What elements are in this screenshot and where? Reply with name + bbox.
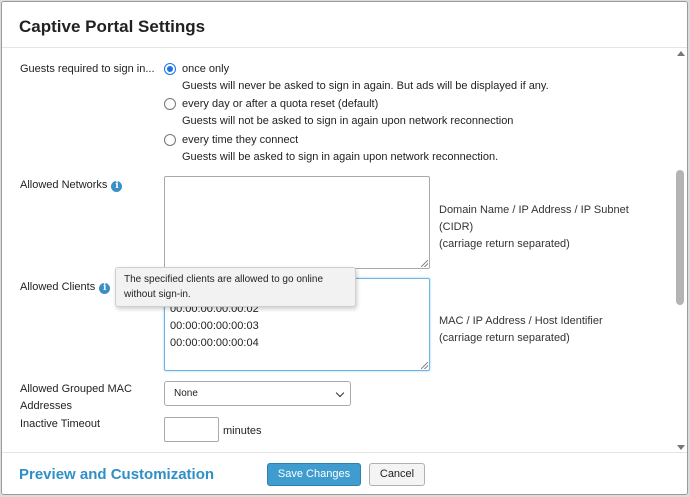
- hint-line: Domain Name / IP Address / IP Subnet: [439, 204, 629, 216]
- radio-button-checked[interactable]: [164, 63, 176, 75]
- inactive-timeout-input[interactable]: [164, 417, 219, 442]
- grouped-mac-label: Allowed Grouped MAC Addresses: [20, 381, 132, 415]
- hint-line: MAC / IP Address / Host Identifier: [439, 315, 603, 327]
- allowed-clients-label-text: Allowed Clients: [20, 281, 96, 293]
- preview-customization-link[interactable]: Preview and Customization: [19, 466, 214, 483]
- hint-line: (CIDR): [439, 221, 474, 233]
- inactive-timeout-label: Inactive Timeout: [20, 418, 101, 430]
- scroll-up-arrow-icon[interactable]: [677, 51, 685, 56]
- allowed-networks-textarea[interactable]: [164, 176, 430, 269]
- radio-button[interactable]: [164, 134, 176, 146]
- allowed-networks-label-text: Allowed Networks: [20, 179, 108, 191]
- allowed-clients-label: Allowed Clients i: [20, 279, 111, 296]
- grouped-mac-select[interactable]: None: [164, 381, 351, 406]
- scrollbar-thumb[interactable]: [676, 170, 684, 305]
- radio-description: Guests will never be asked to sign in ag…: [182, 80, 549, 92]
- hint-line: (carriage return separated): [439, 238, 570, 250]
- info-icon[interactable]: i: [99, 283, 111, 294]
- dialog-footer: Preview and Customization Save Changes C…: [2, 452, 687, 494]
- allowed-clients-tooltip: The specified clients are allowed to go …: [115, 267, 356, 307]
- client-line: 00:00:00:00:00:03: [170, 320, 259, 332]
- allowed-clients-hint: MAC / IP Address / Host Identifier (carr…: [439, 313, 603, 347]
- inactive-timeout-unit: minutes: [223, 425, 262, 437]
- dialog-header: Captive Portal Settings: [2, 2, 687, 48]
- dialog-title: Captive Portal Settings: [19, 17, 206, 36]
- radio-label: every day or after a quota reset (defaul…: [182, 98, 379, 110]
- radio-label: once only: [182, 63, 230, 75]
- save-changes-button[interactable]: Save Changes: [267, 463, 361, 486]
- cancel-button[interactable]: Cancel: [369, 463, 425, 486]
- radio-label: every time they connect: [182, 134, 299, 146]
- radio-button[interactable]: [164, 98, 176, 110]
- scroll-down-arrow-icon[interactable]: [677, 445, 685, 450]
- client-line: 00:00:00:00:00:04: [170, 337, 259, 349]
- vertical-scrollbar[interactable]: [674, 49, 687, 452]
- info-icon[interactable]: i: [111, 181, 123, 192]
- chevron-down-icon: [335, 388, 345, 398]
- resize-grip-icon[interactable]: [421, 362, 428, 369]
- allowed-networks-hint: Domain Name / IP Address / IP Subnet (CI…: [439, 202, 629, 253]
- radio-description: Guests will not be asked to sign in agai…: [182, 115, 514, 127]
- allowed-networks-label: Allowed Networks i: [20, 177, 123, 194]
- tooltip-line: without sign-in.: [124, 289, 191, 300]
- grouped-mac-label-line: Addresses: [20, 400, 72, 412]
- captive-portal-dialog: Captive Portal Settings Guests required …: [1, 1, 688, 495]
- guests-sign-in-label: Guests required to sign in...: [20, 63, 155, 75]
- tooltip-line: The specified clients are allowed to go …: [124, 274, 324, 285]
- radio-description: Guests will be asked to sign in again up…: [182, 151, 499, 163]
- grouped-mac-label-line: Allowed Grouped MAC: [20, 383, 132, 395]
- settings-scroll-area[interactable]: Guests required to sign in... once only …: [2, 49, 687, 452]
- grouped-mac-selected-value: None: [174, 388, 198, 399]
- resize-grip-icon[interactable]: [421, 260, 428, 267]
- hint-line: (carriage return separated): [439, 332, 570, 344]
